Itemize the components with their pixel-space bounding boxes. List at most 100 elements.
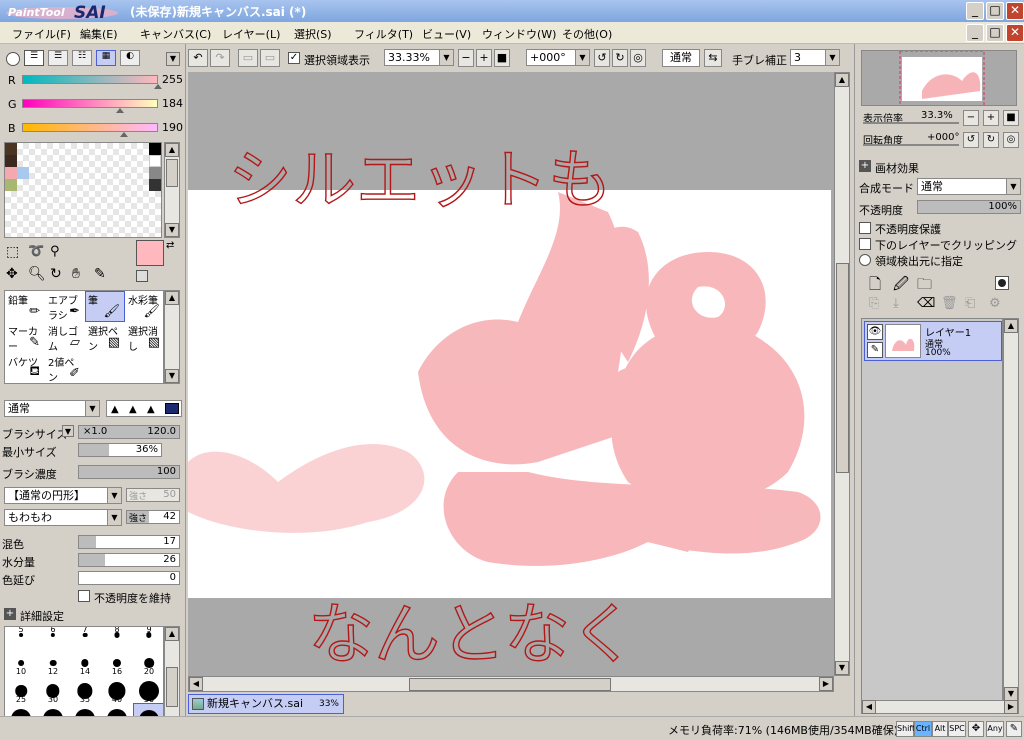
layer-mask-icon[interactable] <box>995 276 1009 290</box>
swatch[interactable] <box>5 143 17 155</box>
swatch[interactable] <box>149 167 161 179</box>
green-track[interactable] <box>22 99 158 108</box>
menu-file[interactable]: ファイル(F) <box>12 26 71 42</box>
scroll-thumb[interactable] <box>836 263 849 473</box>
brush-texture-select[interactable]: もわもわ ▼ <box>4 509 122 526</box>
layer-edit-pen-icon[interactable]: ✎ <box>867 342 883 358</box>
scroll-up-icon[interactable]: ▲ <box>835 73 849 87</box>
menu-view[interactable]: ビュー(V) <box>422 26 471 42</box>
red-slider[interactable]: R 255 <box>4 72 184 90</box>
rotate-right-icon[interactable]: ↻ <box>612 49 628 67</box>
texture-strength-slider[interactable]: 強さ 42 <box>126 510 180 524</box>
clipping-checkbox[interactable] <box>859 238 871 250</box>
green-handle[interactable] <box>116 108 124 113</box>
selection-source-radio[interactable] <box>859 254 871 266</box>
brush-size-preset[interactable]: 40 <box>101 675 133 704</box>
nav-zoom-out-icon[interactable]: − <box>963 110 979 126</box>
menu-select[interactable]: 選択(S) <box>294 26 332 42</box>
menu-canvas[interactable]: キャンバス(C) <box>140 26 211 42</box>
swatch-scrollbar[interactable]: ▲ ▼ <box>164 142 180 238</box>
keep-opacity-row[interactable]: 不透明度を維持 <box>2 588 182 606</box>
brush-size-preset[interactable]: 8 <box>101 627 133 647</box>
brush-size-preset[interactable]: 14 <box>69 647 101 676</box>
doc-close-button[interactable]: ✕ <box>1006 24 1024 42</box>
eyedropper-icon[interactable]: ✎ <box>94 266 106 282</box>
blue-slider[interactable]: B 190 <box>4 120 184 138</box>
canvas-viewport[interactable]: シルエットも なんとなく <box>188 72 834 676</box>
scroll-thumb[interactable] <box>166 159 178 187</box>
tool-brush[interactable]: 筆 🖌︎ <box>85 291 125 322</box>
scroll-up-icon[interactable]: ▲ <box>165 143 179 157</box>
keep-opacity-checkbox[interactable] <box>78 590 90 602</box>
shape-strength-slider[interactable]: 強さ 50 <box>126 488 180 502</box>
tool-airbrush[interactable]: エアブラシ ✒︎ <box>45 291 85 322</box>
min-size-slider[interactable]: 36% <box>78 443 162 457</box>
swap-colors-icon[interactable]: ⇄ <box>166 240 174 251</box>
rotation-select[interactable]: +000° ▼ <box>526 49 590 66</box>
canvas-vertical-scrollbar[interactable]: ▲ ▼ <box>834 72 850 676</box>
tip-mid-icon[interactable]: ▲ <box>129 404 137 415</box>
doc-tab-active[interactable]: 新規キャンバス.sai 33% <box>188 694 344 714</box>
scroll-right-icon[interactable]: ▶ <box>819 677 833 691</box>
doc-restore-button[interactable]: □ <box>986 24 1004 42</box>
invert-selection-icon[interactable]: ▭ <box>260 49 280 67</box>
scroll-left-icon[interactable]: ◀ <box>862 700 876 714</box>
deselect-icon[interactable]: ▭ <box>238 49 258 67</box>
menu-filter[interactable]: フィルタ(T) <box>354 26 413 42</box>
delete-layer-icon[interactable]: 🗑 <box>941 296 958 311</box>
detail-settings-row[interactable]: + 詳細設定 <box>2 606 182 624</box>
zoom-slider[interactable] <box>863 122 959 124</box>
brush-blend-mode-select[interactable]: 通常 ▼ <box>4 400 100 417</box>
nav-rotate-reset-icon[interactable]: ◎ <box>1003 132 1019 148</box>
nav-zoom-in-icon[interactable]: + <box>983 110 999 126</box>
color-wheel-tab[interactable] <box>6 52 20 66</box>
tool-scrollbar[interactable]: ▲ ▼ <box>164 290 180 384</box>
tool-marker[interactable]: マーカー ✎ <box>5 322 45 353</box>
lasso-icon[interactable]: ➰ <box>28 244 44 259</box>
scroll-down-icon[interactable]: ▼ <box>835 661 849 675</box>
rotate-slider[interactable] <box>863 144 959 146</box>
zoom-out-icon[interactable]: − <box>458 49 474 67</box>
swatch[interactable] <box>149 155 161 167</box>
red-handle[interactable] <box>154 84 162 89</box>
primary-color-box[interactable] <box>136 240 164 266</box>
brush-density-slider[interactable]: 100 <box>78 465 180 479</box>
hsv-slider-tab[interactable]: ☰ <box>48 50 68 66</box>
rgb-slider-tab[interactable]: ☰ <box>24 50 44 66</box>
layer-settings-icon[interactable]: ⚙ <box>989 296 1001 311</box>
scroll-down-icon[interactable]: ▼ <box>165 369 179 383</box>
scroll-up-icon[interactable]: ▲ <box>165 627 179 641</box>
tool-eraser[interactable]: 消しゴム ▱ <box>45 322 85 353</box>
flip-icon[interactable]: ⇆ <box>704 49 722 67</box>
brush-shape-select[interactable]: 【通常の円形】 ▼ <box>4 487 122 504</box>
canvas-horizontal-scrollbar[interactable]: ◀ ▶ <box>188 676 834 692</box>
scroll-down-icon[interactable]: ▼ <box>1004 687 1018 701</box>
brush-size-preset[interactable]: 25 <box>5 675 37 704</box>
rotate-left-icon[interactable]: ↺ <box>594 49 610 67</box>
transparent-color-icon[interactable] <box>136 270 148 282</box>
show-selection-checkbox[interactable]: ✓ <box>288 52 300 64</box>
layer-row[interactable]: 👁 ✎ レイヤー1 通常 100% <box>864 321 1002 361</box>
swatch[interactable] <box>149 179 161 191</box>
doc-minimize-button[interactable]: _ <box>966 24 984 42</box>
swatch[interactable] <box>149 143 161 155</box>
zoom-icon[interactable]: 🔍︎ <box>28 266 46 282</box>
layer-blend-select[interactable]: 通常 ▼ <box>917 178 1021 195</box>
tool-pencil[interactable]: 鉛筆 ✏︎ <box>5 291 45 322</box>
menu-window[interactable]: ウィンドウ(W) <box>482 26 556 42</box>
swatch[interactable] <box>5 167 17 179</box>
merge-visible-icon[interactable]: ⎗ <box>965 296 975 311</box>
visibility-eye-icon[interactable]: 👁 <box>867 324 883 340</box>
brush-size-preset[interactable]: 50 <box>133 675 163 704</box>
rect-select-icon[interactable]: ⬚ <box>6 244 19 260</box>
layer-scrollbar[interactable]: ▲ ▼ <box>1003 318 1019 702</box>
menu-other[interactable]: その他(O) <box>562 26 612 42</box>
brush-size-preset[interactable]: 35 <box>69 675 101 704</box>
brush-size-preset[interactable]: 10 <box>5 647 37 676</box>
size-multiplier-dropdown[interactable]: ▼ <box>62 425 74 437</box>
tool-watercolor[interactable]: 水彩筆 🖌︎ <box>125 291 165 322</box>
swatch-tab[interactable]: ▦ <box>96 50 116 66</box>
protect-opacity-checkbox[interactable] <box>859 222 871 234</box>
tool-bucket[interactable]: バケツ ⛾ <box>5 353 45 384</box>
maximize-button[interactable]: □ <box>986 2 1004 20</box>
